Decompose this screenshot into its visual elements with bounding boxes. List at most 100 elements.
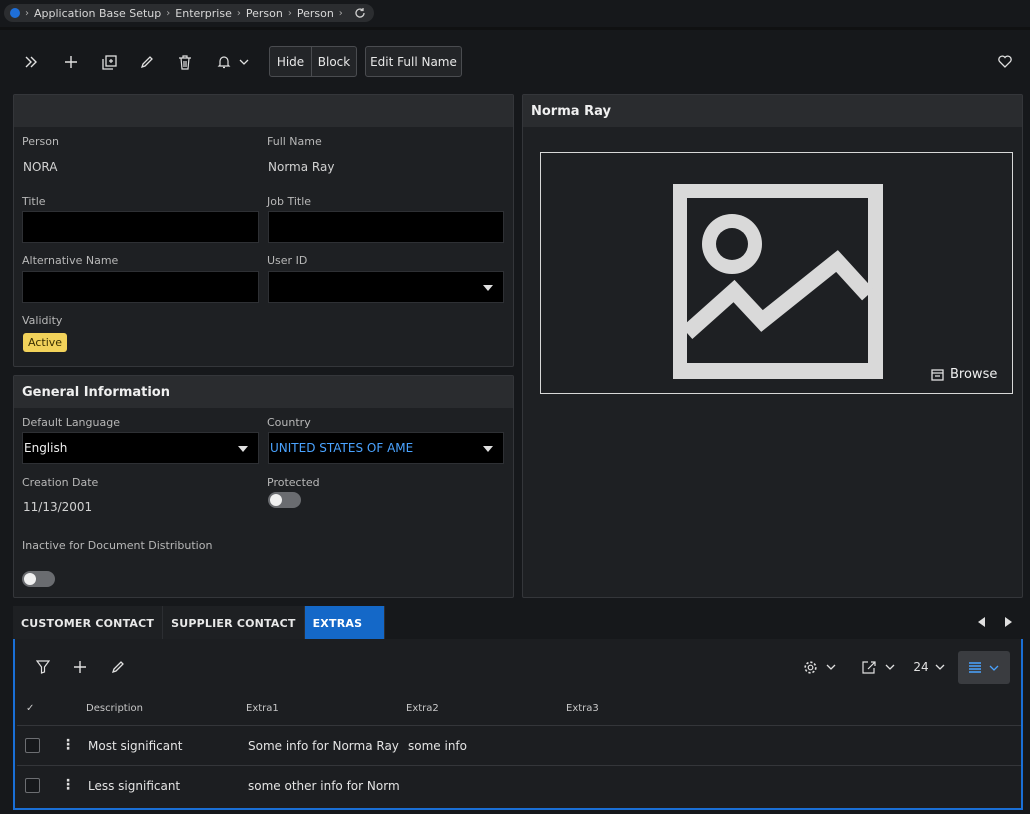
person-label: Person — [22, 135, 59, 148]
user-id-select[interactable] — [268, 271, 504, 303]
filter-icon[interactable] — [33, 658, 53, 676]
chevron-down-icon — [935, 664, 945, 670]
row-menu-icon[interactable]: ⋮ — [61, 778, 75, 792]
protected-toggle[interactable] — [268, 492, 301, 508]
full-name-value: Norma Ray — [268, 160, 335, 174]
notification-menu[interactable] — [212, 52, 254, 72]
country-value[interactable]: UNITED STATES OF AME — [270, 441, 413, 455]
tab-extras[interactable]: EXTRAS — [304, 606, 385, 640]
image-panel-title: Norma Ray — [523, 95, 1022, 127]
image-placeholder-icon — [673, 184, 883, 379]
default-language-select[interactable]: English — [22, 432, 259, 464]
export-menu[interactable] — [858, 658, 898, 676]
image-frame[interactable]: Browse — [540, 152, 1013, 394]
title-input[interactable] — [22, 211, 259, 243]
chevron-right-icon: › — [25, 7, 29, 19]
protected-label: Protected — [267, 476, 320, 489]
person-panel-header — [14, 95, 513, 127]
column-header-extra2[interactable]: Extra2 — [406, 703, 439, 714]
chevron-right-icon: › — [236, 7, 241, 19]
select-all-checkmark-icon[interactable]: ✓ — [26, 703, 34, 714]
add-icon[interactable] — [60, 52, 82, 72]
edit-full-name-button[interactable]: Edit Full Name — [365, 46, 462, 77]
block-button[interactable]: Block — [311, 46, 357, 77]
folder-icon — [931, 368, 944, 381]
list-view-icon — [969, 662, 981, 673]
extras-grid: 24 ✓ Description Extra1 Extra2 Extra3 ⋮ … — [13, 639, 1023, 810]
delete-icon[interactable] — [174, 52, 196, 72]
export-icon — [861, 661, 876, 674]
breadcrumb: › Application Base Setup › Enterprise › … — [4, 4, 374, 22]
page-size-value: 24 — [913, 660, 929, 674]
full-name-label: Full Name — [267, 135, 322, 148]
add-row-icon[interactable] — [70, 658, 90, 676]
country-select[interactable]: UNITED STATES OF AME — [268, 432, 504, 464]
refresh-icon[interactable] — [354, 7, 366, 19]
home-icon[interactable] — [10, 8, 20, 18]
breadcrumb-item[interactable]: Enterprise — [175, 7, 232, 20]
alternative-name-label: Alternative Name — [22, 254, 119, 267]
default-language-label: Default Language — [22, 416, 120, 429]
validity-badge[interactable]: Active — [23, 333, 68, 352]
page-size-select[interactable]: 24 — [911, 658, 947, 676]
user-id-label: User ID — [267, 254, 308, 267]
grid-settings-menu[interactable] — [799, 658, 839, 676]
tab-scroll-right-icon[interactable] — [1002, 615, 1016, 629]
row-menu-icon[interactable]: ⋮ — [61, 738, 75, 752]
job-title-label: Job Title — [267, 195, 312, 208]
inactive-distribution-toggle[interactable] — [22, 571, 55, 587]
header-divider — [0, 27, 1030, 30]
job-title-input[interactable] — [268, 211, 504, 243]
cell-extra1: Some info for Norma Ray — [248, 739, 399, 753]
table-row[interactable]: ⋮ Less significant some other info for N… — [17, 765, 1021, 805]
validity-label: Validity — [22, 314, 63, 327]
table-row[interactable]: ⋮ Most significant Some info for Norma R… — [17, 725, 1021, 765]
alternative-name-input[interactable] — [22, 271, 259, 303]
cell-description: Most significant — [88, 739, 183, 753]
cell-extra1: some other info for Norm — [248, 779, 400, 793]
chevron-down-icon — [826, 664, 835, 670]
general-info-title: General Information — [14, 376, 513, 408]
tab-scroll-left-icon[interactable] — [975, 615, 989, 629]
person-value: NORA — [23, 160, 58, 174]
breadcrumb-item[interactable]: Application Base Setup — [34, 7, 161, 20]
creation-date-value: 11/13/2001 — [23, 500, 93, 514]
breadcrumb-item[interactable]: Person — [297, 7, 334, 20]
chevron-down-icon — [239, 59, 249, 65]
chevron-down-icon — [989, 665, 999, 671]
browse-label: Browse — [950, 367, 998, 382]
browse-button[interactable]: Browse — [931, 367, 997, 382]
column-header-extra3[interactable]: Extra3 — [566, 703, 599, 714]
default-language-value: English — [24, 441, 68, 455]
chevron-right-icon: › — [338, 7, 343, 19]
row-checkbox[interactable] — [25, 738, 40, 753]
column-header-extra1[interactable]: Extra1 — [246, 703, 279, 714]
hide-button[interactable]: Hide — [269, 46, 312, 77]
cell-description: Less significant — [88, 779, 181, 793]
chevron-down-icon — [483, 285, 493, 291]
column-header-description[interactable]: Description — [86, 703, 143, 714]
tab-customer-contact[interactable]: CUSTOMER CONTACT — [13, 606, 164, 640]
edit-row-icon[interactable] — [108, 658, 128, 676]
chevron-right-icon: › — [166, 7, 171, 19]
chevron-right-icon: › — [287, 7, 292, 19]
row-checkbox[interactable] — [25, 778, 40, 793]
duplicate-icon[interactable] — [98, 52, 120, 72]
tab-supplier-contact[interactable]: SUPPLIER CONTACT — [163, 606, 305, 640]
cell-extra2: some info — [408, 739, 467, 753]
creation-date-label: Creation Date — [22, 476, 99, 489]
chevron-down-icon — [483, 446, 493, 452]
expand-icon[interactable] — [20, 52, 42, 72]
chevron-down-icon — [885, 664, 894, 670]
tab-bar: CUSTOMER CONTACT SUPPLIER CONTACT EXTRAS — [13, 606, 385, 640]
view-mode-menu[interactable] — [958, 651, 1010, 684]
country-label: Country — [267, 416, 311, 429]
edit-icon[interactable] — [136, 52, 158, 72]
bell-icon — [217, 56, 231, 69]
title-label: Title — [22, 195, 46, 208]
gear-icon — [803, 660, 817, 674]
chevron-down-icon — [238, 446, 248, 452]
inactive-distribution-label: Inactive for Document Distribution — [22, 539, 213, 552]
breadcrumb-item[interactable]: Person — [246, 7, 283, 20]
favorite-heart-icon[interactable] — [995, 52, 1015, 70]
